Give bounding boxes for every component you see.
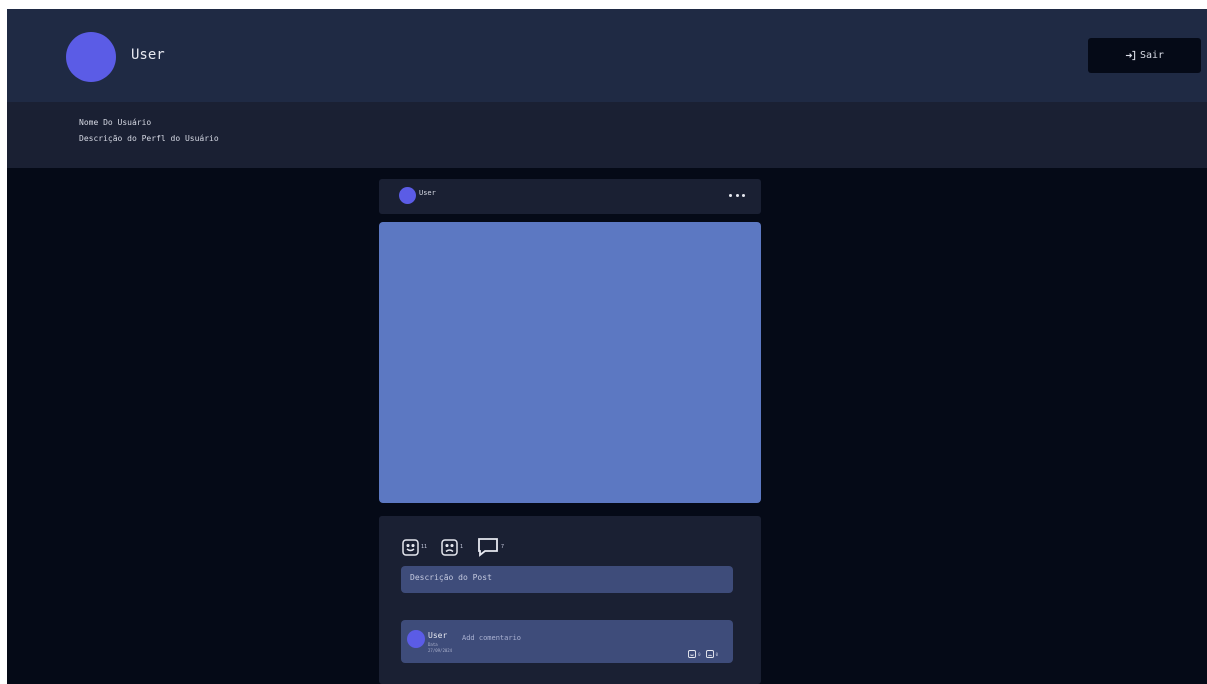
post-image xyxy=(379,222,761,503)
more-dot xyxy=(742,193,745,197)
happy-face-icon xyxy=(402,538,419,556)
happy-reaction-button[interactable]: 11 xyxy=(402,538,441,556)
comment-count: 7 xyxy=(501,544,505,550)
profile-name: Nome Do Usuário xyxy=(79,118,152,127)
post-avatar[interactable] xyxy=(399,187,416,204)
comment-bubble-icon xyxy=(478,538,498,557)
post-reactions: 11 1 7 xyxy=(402,536,518,558)
comment-avatar[interactable] xyxy=(407,630,425,648)
post-username[interactable]: User xyxy=(419,189,436,197)
sad-count: 1 xyxy=(460,544,464,550)
comment-meta-label: Data xyxy=(428,642,438,647)
avatar[interactable] xyxy=(66,32,116,82)
more-dot xyxy=(735,193,739,197)
logout-button[interactable]: Sair xyxy=(1088,38,1201,73)
sad-reaction-button[interactable]: 1 xyxy=(441,538,477,556)
top-header: User Sair xyxy=(7,9,1207,102)
sad-face-icon xyxy=(441,538,458,556)
more-options-icon[interactable] xyxy=(729,190,745,200)
logout-label: Sair xyxy=(1139,50,1165,61)
comment-username: User xyxy=(428,631,448,640)
app-window: User Sair Nome Do Usuário Descrição do P… xyxy=(7,9,1207,684)
post-details-panel: 11 1 7 Descrição do Post User Data 27/09… xyxy=(379,516,761,684)
happy-count: 11 xyxy=(421,544,428,550)
more-dot xyxy=(729,193,732,197)
comment-reactions: 0 0 xyxy=(688,650,721,658)
logout-icon xyxy=(1125,50,1136,61)
post-header: User xyxy=(379,179,761,214)
comment-box: User Data 27/09/2024 0 0 xyxy=(401,620,733,663)
sad-face-icon[interactable] xyxy=(705,650,714,658)
profile-info: Nome Do Usuário Descrição do Perfl do Us… xyxy=(7,102,1207,168)
comment-sad-count: 0 xyxy=(715,651,718,657)
post-description-field[interactable]: Descrição do Post xyxy=(401,566,733,593)
comment-date: 27/09/2024 xyxy=(428,648,453,653)
comment-happy-count: 0 xyxy=(698,651,701,657)
header-username: User xyxy=(131,47,165,63)
profile-description: Descrição do Perfl do Usuário xyxy=(79,134,219,143)
happy-face-icon[interactable] xyxy=(688,650,697,658)
comment-input[interactable] xyxy=(462,632,642,644)
comment-button[interactable]: 7 xyxy=(477,537,518,557)
